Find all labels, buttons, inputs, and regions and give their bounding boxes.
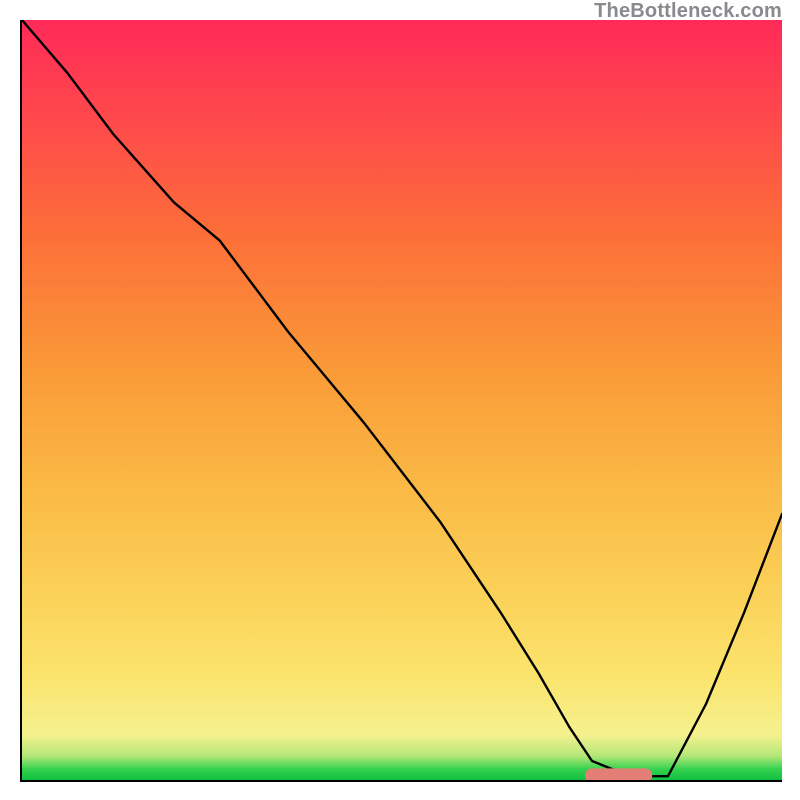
bottleneck-curve-path xyxy=(22,20,782,776)
curve-svg xyxy=(22,20,782,780)
plot-area xyxy=(20,20,782,782)
bottleneck-chart: TheBottleneck.com xyxy=(0,0,800,800)
